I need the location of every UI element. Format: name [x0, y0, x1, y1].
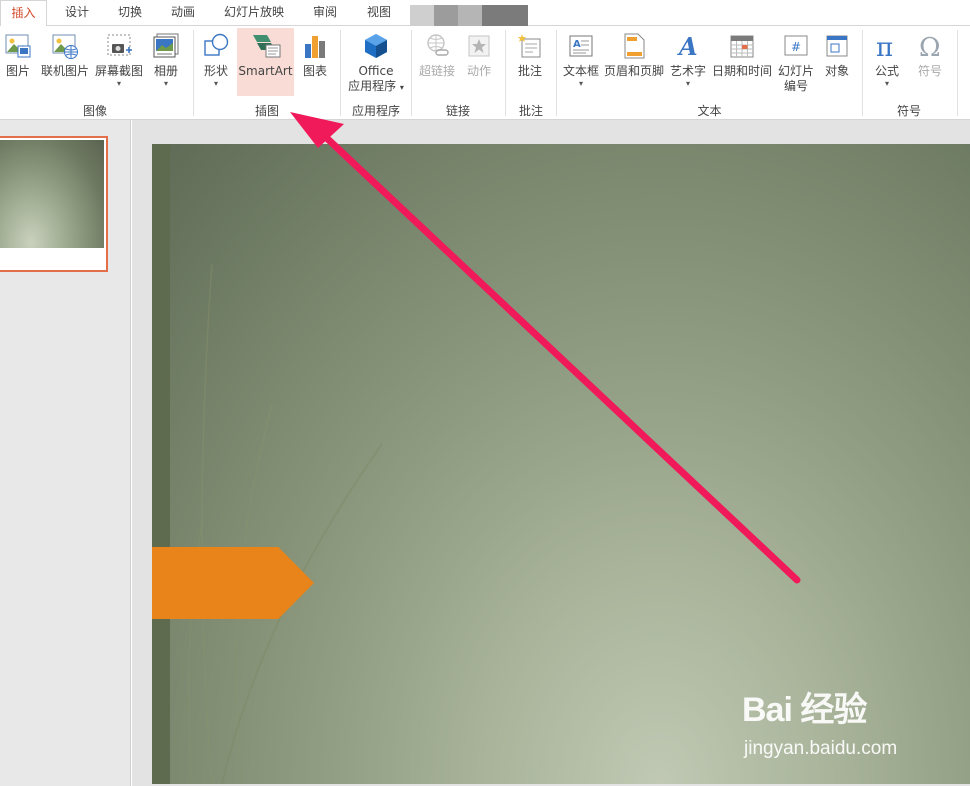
- smartart-button[interactable]: SmartArt: [237, 28, 294, 96]
- object-label: 对象: [824, 64, 849, 78]
- group-label-apps: 应用程序: [351, 104, 400, 118]
- tab-transitions[interactable]: 切换: [107, 0, 153, 26]
- slide-thumbnail-preview: [0, 140, 104, 248]
- online-pictures-icon: [50, 30, 80, 62]
- svg-text:π: π: [876, 33, 893, 60]
- symbol-label: 符号: [917, 64, 942, 78]
- slide-thumbnail-pane: [0, 120, 131, 786]
- action-label: 动作: [466, 64, 491, 78]
- chart-label: 图表: [302, 64, 327, 78]
- tab-review[interactable]: 审阅: [302, 0, 348, 26]
- wordart-label: 艺术字: [669, 64, 706, 78]
- group-label-symbols: 符号: [896, 104, 921, 118]
- group-divider: [957, 30, 958, 116]
- group-label-comments: 批注: [518, 104, 543, 118]
- chart-button[interactable]: 图表: [298, 30, 332, 79]
- object-icon: [822, 30, 852, 62]
- omega-icon: Ω: [915, 30, 945, 62]
- slide-thumbnail[interactable]: [0, 136, 108, 272]
- action-button[interactable]: 动作: [462, 30, 496, 79]
- office-apps-button[interactable]: Office 应用程序 ▾: [345, 30, 407, 95]
- chevron-down-icon: ▾: [213, 79, 218, 88]
- group-label-illustrations: 插图: [254, 104, 279, 118]
- chevron-down-icon: ▾: [116, 79, 121, 88]
- office-store-icon: [361, 30, 391, 62]
- equation-label: 公式: [874, 64, 899, 78]
- comment-icon: [515, 30, 545, 62]
- tab-insert[interactable]: 插入: [0, 0, 47, 27]
- screenshot-button[interactable]: 屏幕截图 ▾: [94, 30, 144, 89]
- hyperlink-label: 超链接: [418, 64, 455, 78]
- office-apps-label-line2: 应用程序 ▾: [348, 79, 404, 93]
- hyperlink-icon: [422, 30, 452, 62]
- bar-chart-icon: [300, 30, 330, 62]
- blurred-tab: [434, 5, 458, 26]
- blurred-tab: [410, 5, 434, 26]
- pi-icon: π: [872, 30, 902, 62]
- blurred-tab: [482, 5, 528, 26]
- comment-button[interactable]: 批注: [512, 30, 548, 79]
- shapes-icon: [201, 30, 231, 62]
- group-label-text: 文本: [697, 104, 722, 118]
- online-pictures-label: 联机图片: [40, 64, 89, 78]
- blurred-tab: [458, 5, 482, 26]
- header-footer-button[interactable]: 页眉和页脚: [603, 30, 665, 79]
- svg-text:Ω: Ω: [919, 33, 941, 60]
- tab-design[interactable]: 设计: [54, 0, 100, 26]
- online-pictures-button[interactable]: 联机图片: [40, 30, 90, 79]
- smartart-icon: [251, 30, 281, 62]
- office-apps-label-line1: Office: [358, 64, 394, 78]
- date-time-label: 日期和时间: [711, 64, 772, 78]
- ribbon-tab-bar: 插入 设计 切换 动画 幻灯片放映 审阅 视图: [0, 0, 970, 27]
- baidu-jingyan-logo: Bai 经验: [742, 691, 867, 729]
- textbox-label: 文本框: [562, 64, 599, 78]
- screenshot-icon: [104, 30, 134, 62]
- equation-button[interactable]: π 公式 ▾: [869, 30, 905, 89]
- slide-number-label-line1: 幻灯片: [777, 64, 814, 78]
- action-star-icon: [464, 30, 494, 62]
- album-label: 相册: [153, 64, 178, 78]
- baidu-watermark: Bai 经验 jingyan.baidu.com: [742, 682, 952, 772]
- group-label-links: 链接: [445, 104, 470, 118]
- picture-label: 图片: [5, 64, 30, 78]
- slide-number-icon: #: [781, 30, 811, 62]
- hyperlink-button[interactable]: 超链接: [417, 30, 457, 79]
- shapes-label: 形状: [203, 64, 228, 78]
- watermark-url: jingyan.baidu.com: [744, 738, 898, 759]
- ribbon-insert: 图片 联机图片 屏幕截图 ▾ 相册 ▾ 图像 形状 ▾ SmartArt 图表 …: [0, 26, 970, 120]
- chevron-down-icon: ▾: [884, 79, 889, 88]
- header-footer-label: 页眉和页脚: [603, 64, 664, 78]
- chevron-down-icon: ▾: [163, 79, 168, 88]
- tab-view[interactable]: 视图: [356, 0, 402, 26]
- tab-slideshow[interactable]: 幻灯片放映: [214, 0, 294, 26]
- svg-text:#: #: [791, 40, 801, 54]
- header-footer-icon: [619, 30, 649, 62]
- album-icon: [151, 30, 181, 62]
- textbox-icon: A: [566, 30, 596, 62]
- textbox-button[interactable]: A 文本框 ▾: [561, 30, 601, 89]
- chevron-down-icon: ▾: [578, 79, 583, 88]
- comment-label: 批注: [517, 64, 542, 78]
- date-time-button[interactable]: 日期和时间: [710, 30, 774, 79]
- picture-icon: [3, 30, 33, 62]
- slide-number-button[interactable]: # 幻灯片 编号: [776, 30, 816, 94]
- group-label-images: 图像: [82, 104, 107, 118]
- smartart-label: SmartArt: [238, 64, 293, 78]
- svg-text:A: A: [573, 39, 581, 50]
- svg-text:A: A: [677, 32, 698, 60]
- album-button[interactable]: 相册 ▾: [150, 30, 182, 89]
- screenshot-label: 屏幕截图: [94, 64, 143, 78]
- picture-button[interactable]: 图片: [2, 30, 34, 79]
- tab-animations[interactable]: 动画: [160, 0, 206, 26]
- object-button[interactable]: 对象: [820, 30, 854, 79]
- wordart-icon: A: [673, 30, 703, 62]
- symbol-button[interactable]: Ω 符号: [910, 30, 950, 79]
- wordart-button[interactable]: A 艺术字 ▾: [668, 30, 708, 89]
- slide-number-label-line2: 编号: [783, 79, 808, 93]
- calendar-icon: [727, 30, 757, 62]
- chevron-down-icon: ▾: [685, 79, 690, 88]
- shapes-button[interactable]: 形状 ▾: [200, 30, 232, 89]
